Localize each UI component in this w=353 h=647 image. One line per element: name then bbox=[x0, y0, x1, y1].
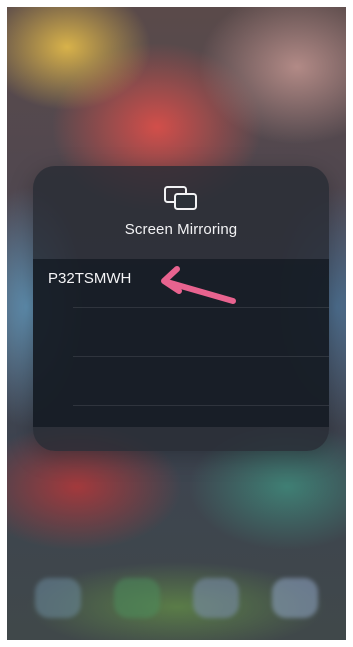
row-divider bbox=[73, 405, 329, 406]
device-name: P32TSMWH bbox=[48, 270, 132, 287]
arrow-icon bbox=[161, 266, 236, 304]
dock-app-blur bbox=[271, 578, 318, 618]
screen-mirroring-header: Screen Mirroring bbox=[33, 166, 329, 259]
device-row-empty bbox=[33, 357, 329, 406]
blurred-dock bbox=[19, 574, 334, 622]
device-row-empty bbox=[33, 308, 329, 357]
phone-screen: Screen Mirroring P32TSMWH bbox=[7, 7, 346, 640]
panel-title: Screen Mirroring bbox=[124, 221, 238, 238]
dock-app-blur bbox=[35, 578, 82, 618]
screen-mirroring-icon bbox=[164, 186, 197, 210]
screen-mirroring-panel: Screen Mirroring P32TSMWH bbox=[33, 166, 329, 451]
dock-app-blur bbox=[192, 578, 239, 618]
dock-app-blur bbox=[114, 578, 161, 618]
